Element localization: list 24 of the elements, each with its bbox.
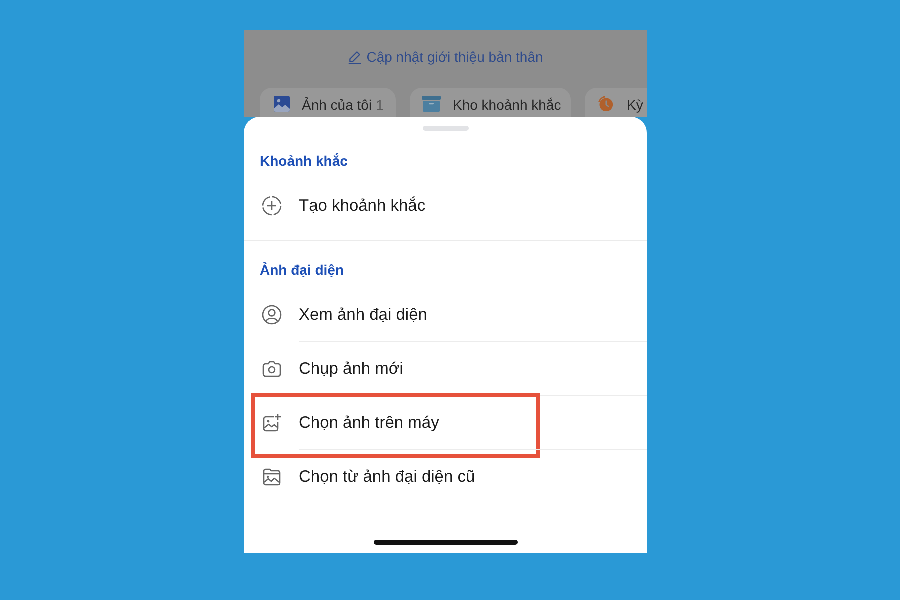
shortcut-chip[interactable]: Ảnh của tôi 1 <box>260 88 396 117</box>
drag-handle[interactable] <box>422 126 468 131</box>
clock-icon <box>596 96 615 112</box>
user-circle-icon <box>262 305 282 325</box>
shortcut-chip[interactable]: Kho khoảnh khắc <box>410 88 571 117</box>
photo-count: 1 <box>376 96 384 114</box>
image-folder-icon <box>262 467 282 487</box>
menu-item[interactable]: Chọn ảnh trên máy <box>244 396 647 450</box>
menu-item[interactable]: Chụp ảnh mới <box>244 342 647 396</box>
image-add-icon <box>262 413 282 433</box>
menu-item[interactable]: Tạo khoảnh khắc <box>244 179 647 233</box>
menu-item[interactable]: Chọn từ ảnh đại diện cũ <box>244 450 647 504</box>
camera-icon <box>262 359 282 379</box>
shortcut-chip[interactable]: Kỳ <box>585 88 647 117</box>
pencil-icon <box>348 50 362 64</box>
image-icon <box>274 96 290 112</box>
menu-item[interactable]: Xem ảnh đại diện <box>244 288 647 342</box>
chip-label: Kỳ <box>627 96 644 114</box>
chip-label: Ảnh của tôi <box>302 96 372 114</box>
archive-box-icon <box>422 96 441 112</box>
section-title: Khoảnh khắc <box>259 152 348 171</box>
plus-circle-icon <box>262 196 282 216</box>
chip-label: Kho khoảnh khắc <box>453 96 562 114</box>
section-title: Ảnh đại diện <box>259 261 344 280</box>
